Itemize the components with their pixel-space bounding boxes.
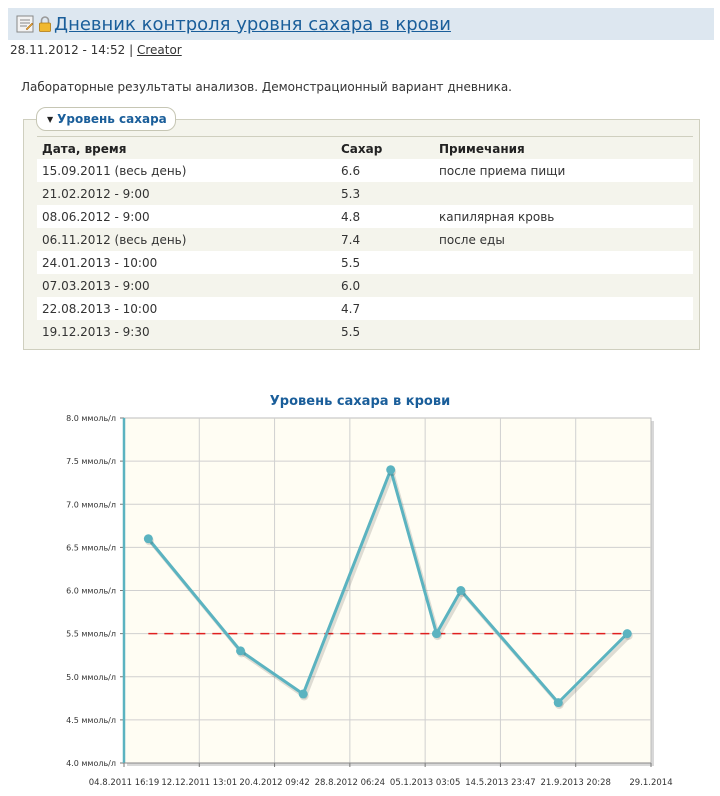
cell-date: 07.03.2013 - 9:00 [37, 274, 336, 297]
note-icon [16, 15, 34, 33]
cell-sugar: 4.7 [336, 297, 434, 320]
cell-note [434, 251, 693, 274]
cell-note: после еды [434, 228, 693, 251]
cell-note [434, 274, 693, 297]
table-row: 21.02.2012 - 9:00 5.3 [37, 182, 693, 205]
table-row: 19.12.2013 - 9:30 5.5 [37, 320, 693, 343]
cell-sugar: 6.6 [336, 159, 434, 182]
y-tick-label: 5.0 ммоль/л [66, 673, 116, 682]
cell-date: 06.11.2012 (весь день) [37, 228, 336, 251]
table-row: 24.01.2013 - 10:00 5.5 [37, 251, 693, 274]
cell-sugar: 4.8 [336, 205, 434, 228]
cell-note [434, 182, 693, 205]
meta-separator: | [129, 43, 134, 57]
cell-note [434, 320, 693, 343]
post-meta: 28.11.2012 - 14:52 | Creator [10, 43, 182, 57]
cell-note [434, 297, 693, 320]
x-tick-label: 20.4.2012 09:42 [239, 778, 309, 788]
title-bar: Дневник контроля уровня сахара в крови [8, 8, 714, 40]
cell-note: капилярная кровь [434, 205, 693, 228]
cell-note: после приема пищи [434, 159, 693, 182]
triangle-down-icon: ▼ [47, 114, 54, 124]
data-point [298, 689, 308, 699]
panel-label: Уровень сахара [57, 112, 167, 126]
column-header-date: Дата, время [42, 141, 127, 156]
description: Лабораторные результаты анализов. Демонс… [21, 80, 512, 94]
column-header-sugar: Сахар [341, 141, 383, 156]
table-row: 15.09.2011 (весь день) 6.6 после приема пи… [37, 159, 693, 182]
y-tick-label: 5.5 ммоль/л [66, 630, 116, 639]
cell-date: 22.08.2013 - 10:00 [37, 297, 336, 320]
cell-sugar: 7.4 [336, 228, 434, 251]
cell-date: 15.09.2011 (весь день) [37, 159, 336, 182]
table-header-row: Дата, время Сахар Примечания [37, 138, 693, 159]
y-tick-label: 4.5 ммоль/л [66, 716, 116, 725]
x-tick-label: 04.8.2011 16:19 [89, 778, 159, 788]
page-title-link[interactable]: Дневник контроля уровня сахара в крови [54, 14, 451, 35]
cell-date: 08.06.2012 - 9:00 [37, 205, 336, 228]
panel-toggle[interactable]: ▼ Уровень сахара [36, 107, 176, 131]
cell-sugar: 6.0 [336, 274, 434, 297]
cell-date: 24.01.2013 - 10:00 [37, 251, 336, 274]
panel-divider [37, 136, 693, 137]
lock-icon [38, 15, 52, 33]
table-row: 07.03.2013 - 9:00 6.0 [37, 274, 693, 297]
data-point [143, 534, 153, 544]
cell-date: 19.12.2013 - 9:30 [37, 320, 336, 343]
x-tick-label: 14.5.2013 23:47 [465, 778, 535, 788]
x-tick-label: 28.8.2012 06:24 [315, 778, 385, 788]
data-point [236, 646, 246, 656]
cell-sugar: 5.3 [336, 182, 434, 205]
cell-sugar: 5.5 [336, 251, 434, 274]
data-point [431, 629, 441, 639]
cell-sugar: 5.5 [336, 320, 434, 343]
x-tick-label: 12.12.2011 13:01 [161, 778, 237, 788]
x-tick-label: 21.9.2013 20:28 [540, 778, 610, 788]
y-tick-label: 7.0 ммоль/л [66, 500, 116, 509]
column-header-notes: Примечания [439, 141, 525, 156]
y-tick-label: 6.0 ммоль/л [66, 587, 116, 596]
y-tick-label: 7.5 ммоль/л [66, 457, 116, 466]
y-tick-label: 8.0 ммоль/л [66, 414, 116, 423]
sugar-table: Дата, время Сахар Примечания 15.09.2011 … [37, 138, 693, 343]
data-point [622, 629, 632, 639]
table-row: 06.11.2012 (весь день) 7.4 после еды [37, 228, 693, 251]
post-date: 28.11.2012 - 14:52 [10, 43, 126, 57]
table-row: 22.08.2013 - 10:00 4.7 [37, 297, 693, 320]
x-tick-label: 29.1.2014 [629, 778, 672, 788]
cell-date: 21.02.2012 - 9:00 [37, 182, 336, 205]
y-tick-label: 6.5 ммоль/л [66, 543, 116, 552]
x-tick-label: 05.1.2013 03:05 [390, 778, 460, 788]
data-point [553, 698, 563, 708]
author-link[interactable]: Creator [137, 43, 182, 57]
table-row: 08.06.2012 - 9:00 4.8 капилярная кровь [37, 205, 693, 228]
data-point [456, 586, 466, 595]
data-point [386, 465, 396, 475]
y-tick-label: 4.0 ммоль/л [66, 759, 116, 768]
sugar-chart: 4.0 ммоль/л 4.5 ммоль/л 5.0 ммоль/л 5.5 ммо… [66, 414, 673, 788]
